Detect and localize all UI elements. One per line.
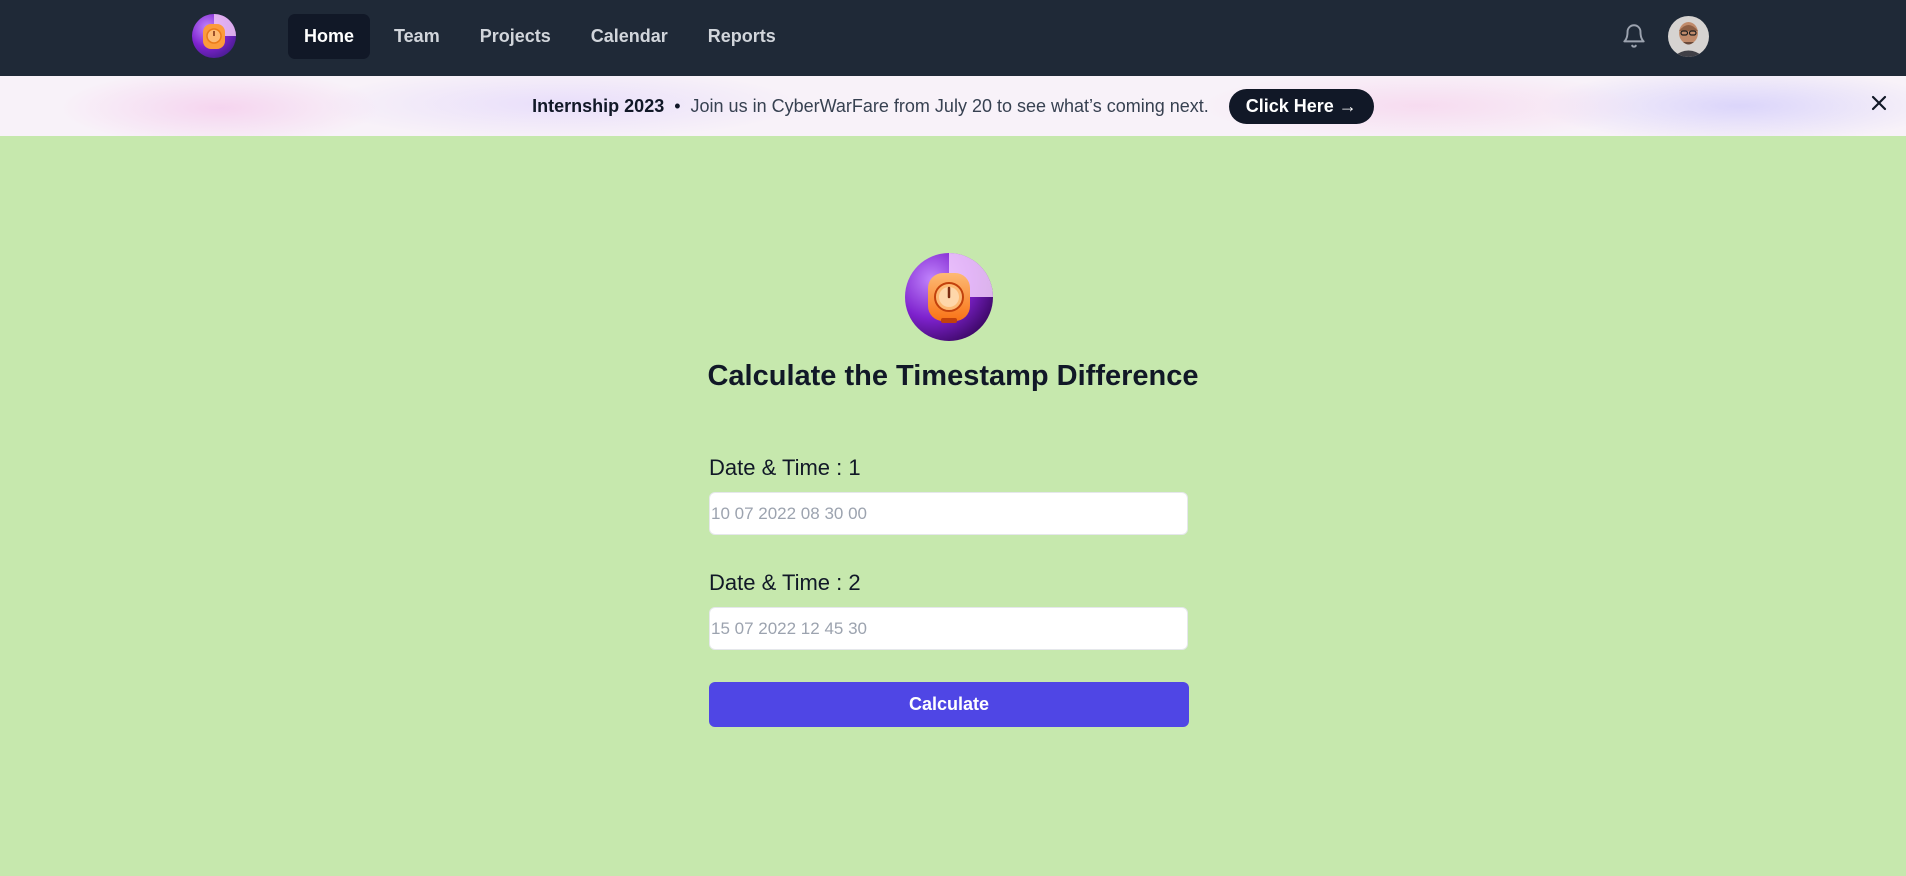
timer-logo-icon[interactable] [191, 13, 237, 59]
calculate-button[interactable]: Calculate [709, 682, 1189, 727]
banner-title: Internship 2023 [532, 95, 665, 116]
date-time-2-label: Date & Time : 2 [709, 570, 861, 595]
bell-icon[interactable] [1621, 22, 1647, 50]
banner-separator: • [674, 95, 681, 116]
nav-menu: Home Team Projects Calendar Reports [288, 14, 792, 59]
avatar[interactable] [1668, 16, 1709, 57]
nav-item-calendar[interactable]: Calendar [575, 14, 684, 59]
date-time-1-input[interactable] [709, 492, 1188, 535]
nav-item-reports[interactable]: Reports [692, 14, 792, 59]
nav-item-home[interactable]: Home [288, 14, 371, 59]
timer-icon [904, 252, 994, 342]
click-here-button[interactable]: Click Here → [1228, 88, 1374, 124]
date-time-1-label: Date & Time : 1 [709, 455, 861, 480]
date-time-2-input[interactable] [709, 607, 1188, 650]
top-navbar: Home Team Projects Calendar Reports [0, 0, 1906, 76]
nav-item-team[interactable]: Team [378, 14, 456, 59]
banner-text: Join us in CyberWarFare from July 20 to … [690, 95, 1209, 116]
announcement-banner: Internship 2023 • Join us in CyberWarFar… [0, 76, 1906, 136]
page-title: Calculate the Timestamp Difference [707, 360, 1199, 392]
nav-item-projects[interactable]: Projects [464, 14, 567, 59]
close-icon[interactable] [1869, 93, 1889, 113]
